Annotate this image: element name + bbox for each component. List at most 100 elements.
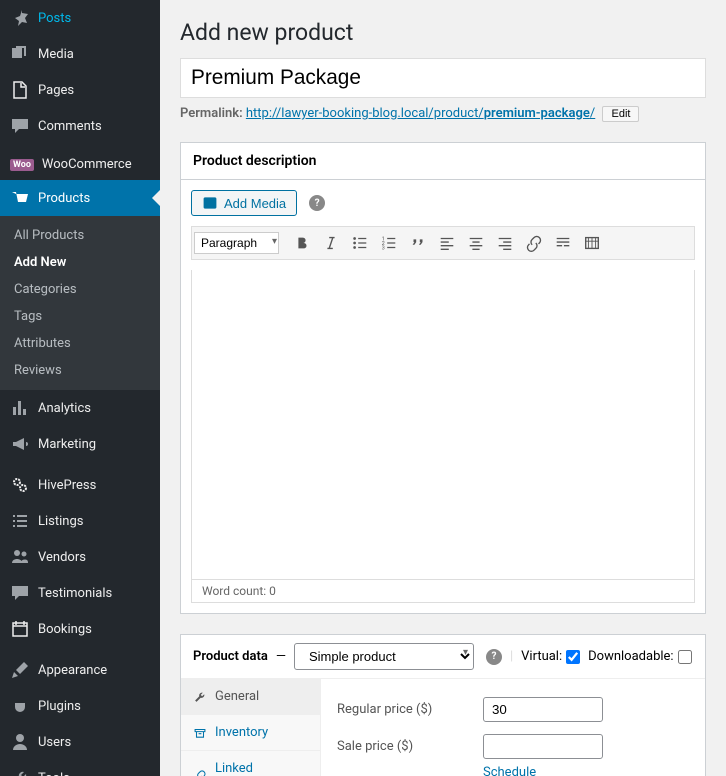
editor-textarea[interactable] — [191, 270, 695, 580]
menu-label: Testimonials — [38, 586, 112, 601]
menu-label: Tools — [38, 771, 70, 776]
quote-icon — [10, 583, 30, 603]
submenu-all-products[interactable]: All Products — [0, 222, 160, 249]
menu-label: Media — [38, 47, 74, 62]
menu-woocommerce[interactable]: Woo WooCommerce — [0, 149, 160, 180]
virtual-checkbox-label[interactable]: Virtual: — [521, 649, 580, 664]
megaphone-icon — [10, 434, 30, 454]
align-right-button[interactable] — [491, 229, 519, 257]
schedule-link[interactable]: Schedule — [483, 765, 536, 776]
desc-header: Product description — [181, 143, 705, 180]
menu-tools[interactable]: Tools — [0, 760, 160, 776]
menu-label: Posts — [38, 11, 71, 26]
menu-posts[interactable]: Posts — [0, 0, 160, 36]
sale-price-input[interactable] — [483, 734, 603, 759]
regular-price-input[interactable] — [483, 697, 603, 722]
gear2-icon — [10, 475, 30, 495]
permalink-label: Permalink: — [180, 106, 243, 121]
product-title-input[interactable] — [180, 58, 706, 98]
bold-button[interactable] — [288, 229, 316, 257]
woo-icon: Woo — [10, 159, 34, 171]
menu-label: Comments — [38, 119, 102, 134]
submenu-tags[interactable]: Tags — [0, 303, 160, 330]
link-button[interactable] — [520, 229, 548, 257]
menu-pages[interactable]: Pages — [0, 72, 160, 108]
products-icon — [10, 188, 30, 208]
sale-price-label: Sale price ($) — [337, 739, 467, 754]
menu-users[interactable]: Users — [0, 724, 160, 760]
tab-inventory[interactable]: Inventory — [181, 715, 320, 751]
media-icon — [202, 195, 218, 211]
align-left-button[interactable] — [433, 229, 461, 257]
format-select[interactable]: Paragraph — [194, 232, 279, 254]
submenu-attributes[interactable]: Attributes — [0, 330, 160, 357]
help-icon[interactable]: ? — [486, 649, 502, 665]
menu-label: Vendors — [38, 550, 86, 565]
menu-plugins[interactable]: Plugins — [0, 688, 160, 724]
add-media-button[interactable]: Add Media — [191, 190, 297, 216]
product-data-fields: Regular price ($) Sale price ($) Schedul… — [321, 679, 705, 776]
menu-listings[interactable]: Listings — [0, 503, 160, 539]
word-count: Word count: 0 — [191, 580, 695, 603]
menu-products[interactable]: Products — [0, 180, 160, 216]
permalink-row: Permalink: http://lawyer-booking-blog.lo… — [180, 106, 706, 122]
submenu-add-new[interactable]: Add New — [0, 249, 160, 276]
menu-label: Bookings — [38, 622, 92, 637]
menu-appearance[interactable]: Appearance — [0, 652, 160, 688]
plug-icon — [10, 696, 30, 716]
menu-label: Marketing — [38, 437, 96, 452]
menu-label: HivePress — [38, 478, 96, 493]
product-description-box: Product description Add Media ? Paragrap… — [180, 142, 706, 614]
wrench-icon — [10, 768, 30, 776]
brush-icon — [10, 660, 30, 680]
menu-marketing[interactable]: Marketing — [0, 426, 160, 462]
edit-slug-button[interactable]: Edit — [602, 106, 639, 122]
menu-vendors[interactable]: Vendors — [0, 539, 160, 575]
menu-comments[interactable]: Comments — [0, 108, 160, 144]
regular-price-label: Regular price ($) — [337, 702, 467, 717]
menu-testimonials[interactable]: Testimonials — [0, 575, 160, 611]
ul-button[interactable] — [346, 229, 374, 257]
product-data-header: Product data — Simple product ? | Virtua… — [181, 635, 705, 679]
downloadable-checkbox[interactable] — [678, 650, 692, 664]
more-button[interactable] — [549, 229, 577, 257]
page-icon — [10, 80, 30, 100]
calendar-icon — [10, 619, 30, 639]
inventory-icon — [193, 726, 207, 740]
tab-general[interactable]: General — [181, 679, 320, 715]
main-content: Add new product Permalink: http://lawyer… — [160, 0, 726, 776]
align-center-button[interactable] — [462, 229, 490, 257]
menu-label: Listings — [38, 514, 83, 529]
toolbar-toggle-button[interactable] — [578, 229, 606, 257]
vendor-icon — [10, 547, 30, 567]
menu-label: Appearance — [38, 663, 107, 678]
product-type-select[interactable]: Simple product — [294, 643, 474, 670]
permalink-link[interactable]: http://lawyer-booking-blog.local/product… — [246, 106, 595, 121]
downloadable-checkbox-label[interactable]: Downloadable: — [588, 649, 691, 664]
menu-label: Users — [38, 735, 71, 750]
comment-icon — [10, 116, 30, 136]
chart-icon — [10, 398, 30, 418]
help-icon[interactable]: ? — [309, 195, 325, 211]
menu-analytics[interactable]: Analytics — [0, 390, 160, 426]
tab-linked[interactable]: Linked Products — [181, 751, 320, 776]
menu-label: Plugins — [38, 699, 81, 714]
media-icon — [10, 44, 30, 64]
list-icon — [10, 511, 30, 531]
menu-label: WooCommerce — [42, 157, 132, 172]
submenu-categories[interactable]: Categories — [0, 276, 160, 303]
svg-text:3: 3 — [382, 245, 385, 251]
italic-button[interactable] — [317, 229, 345, 257]
quote-button[interactable] — [404, 229, 432, 257]
editor-toolbar: Paragraph 123 — [191, 226, 695, 260]
submenu-reviews[interactable]: Reviews — [0, 357, 160, 384]
page-title: Add new product — [180, 10, 706, 50]
menu-label: Products — [38, 191, 90, 206]
ol-button[interactable]: 123 — [375, 229, 403, 257]
menu-hivepress[interactable]: HivePress — [0, 467, 160, 503]
link-icon — [193, 769, 207, 776]
virtual-checkbox[interactable] — [566, 650, 580, 664]
menu-bookings[interactable]: Bookings — [0, 611, 160, 647]
user-icon — [10, 732, 30, 752]
menu-media[interactable]: Media — [0, 36, 160, 72]
